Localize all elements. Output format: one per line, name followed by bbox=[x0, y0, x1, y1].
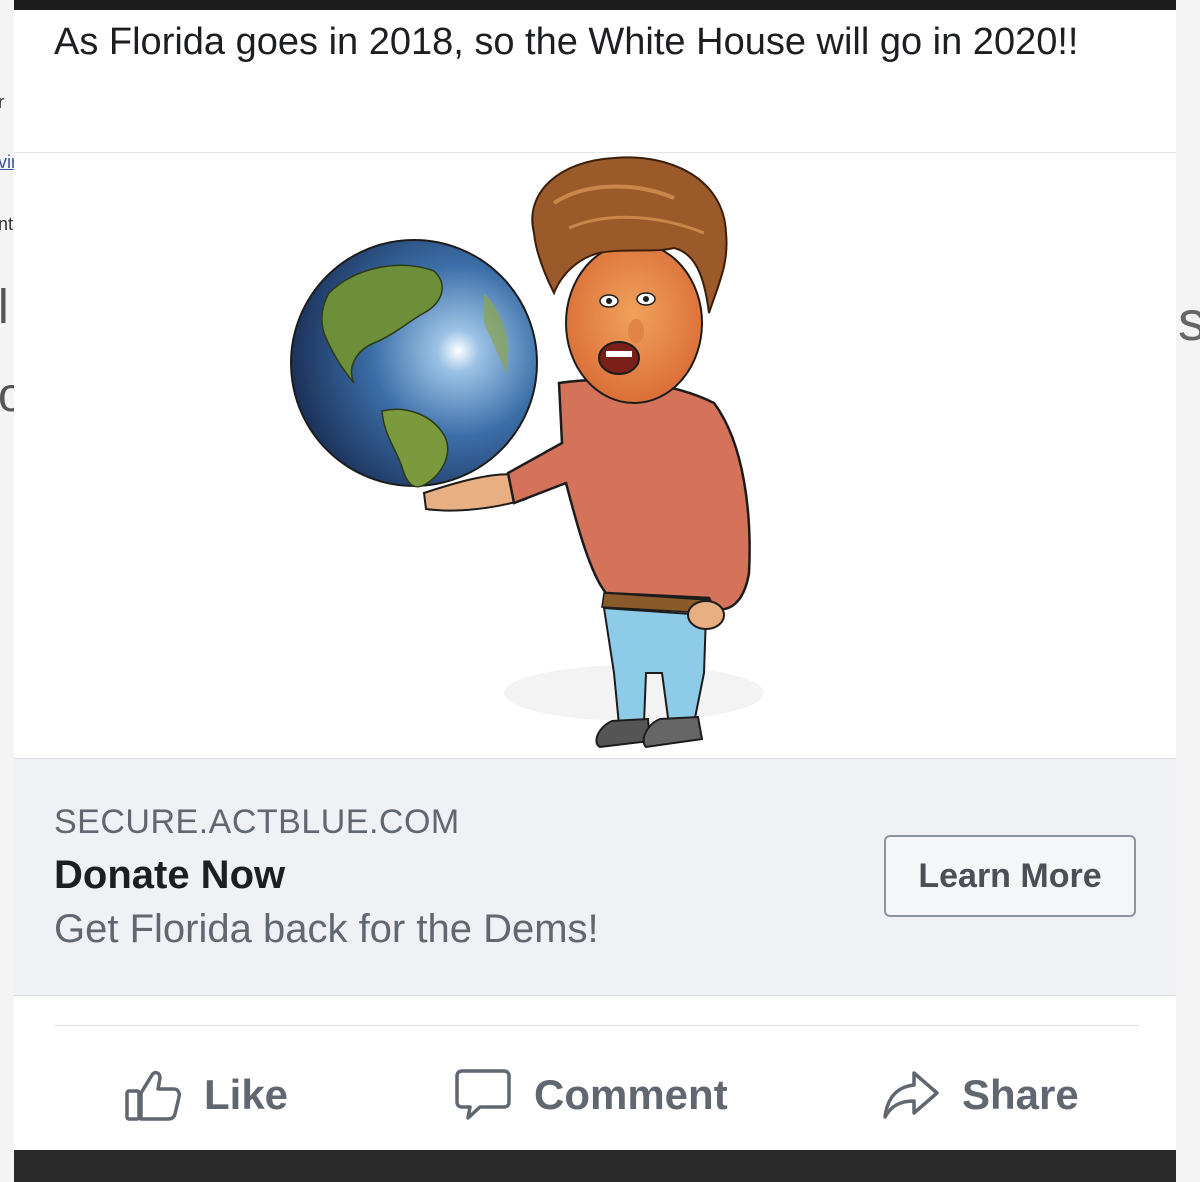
post-image[interactable] bbox=[14, 152, 1176, 759]
globe-icon bbox=[290, 239, 538, 488]
background-text-fragment: o bbox=[0, 369, 14, 422]
cartoon-figure-holding-globe-illustration bbox=[290, 156, 764, 749]
speech-bubble-icon bbox=[454, 1067, 512, 1123]
feed-post-card: As Florida goes in 2018, so the White Ho… bbox=[14, 10, 1176, 1150]
post-action-bar: Like Comment Share bbox=[14, 1050, 1176, 1140]
share-label: Share bbox=[962, 1071, 1079, 1118]
link-title[interactable]: Donate Now bbox=[54, 853, 285, 898]
share-arrow-icon bbox=[882, 1067, 940, 1123]
link-domain: SECURE.ACTBLUE.COM bbox=[54, 803, 460, 841]
background-page-left-edge: r vir nt l o bbox=[0, 0, 14, 1182]
background-link-fragment: vir bbox=[0, 152, 14, 172]
thumbs-up-icon bbox=[124, 1067, 182, 1123]
background-text-fragment: r bbox=[0, 92, 4, 112]
post-message: As Florida goes in 2018, so the White Ho… bbox=[54, 21, 1079, 63]
comment-button[interactable]: Comment bbox=[454, 1050, 728, 1140]
background-text-fragment: l bbox=[0, 281, 9, 334]
background-text-fragment: nt bbox=[0, 214, 14, 234]
background-page-right-edge: s bbox=[1176, 0, 1200, 1182]
learn-more-button[interactable]: Learn More bbox=[884, 835, 1136, 917]
like-button[interactable]: Like bbox=[124, 1050, 288, 1140]
actions-divider bbox=[54, 1025, 1139, 1026]
like-label: Like bbox=[204, 1071, 289, 1118]
link-description: Get Florida back for the Dems! bbox=[54, 907, 599, 951]
comment-label: Comment bbox=[534, 1071, 728, 1118]
link-preview-card[interactable]: SECURE.ACTBLUE.COM Donate Now Get Florid… bbox=[14, 758, 1176, 996]
share-button[interactable]: Share bbox=[882, 1050, 1079, 1140]
background-bottom-strip bbox=[14, 1150, 1176, 1182]
background-text-fragment: s bbox=[1178, 289, 1200, 352]
caricature-head bbox=[565, 242, 703, 404]
